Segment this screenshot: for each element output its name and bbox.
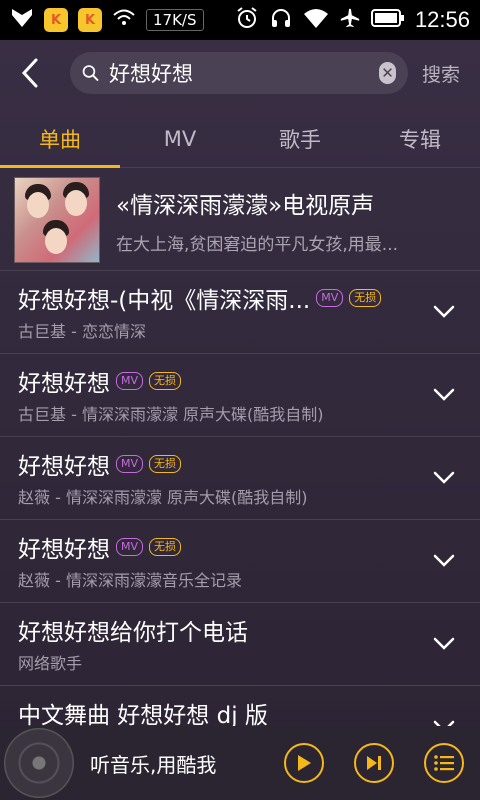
tab-album[interactable]: 专辑 xyxy=(360,110,480,167)
song-row[interactable]: 好想好想给你打个电话 网络歌手 xyxy=(0,602,480,685)
lossless-badge: 无损 xyxy=(149,538,182,556)
alarm-icon xyxy=(235,6,259,34)
lossless-badge: 无损 xyxy=(149,455,182,473)
song-row[interactable]: 好想好想-(中视《情深深雨... MV 无损 古巨基 - 恋恋情深 xyxy=(0,270,480,353)
playlist-button[interactable] xyxy=(424,743,464,783)
song-artist-album: 网络歌手 xyxy=(18,654,83,673)
song-title: 中文舞曲 好想好想 dj 版 xyxy=(18,703,268,729)
mv-badge[interactable]: MV xyxy=(116,538,144,556)
kuwo-app-icon: K xyxy=(78,8,102,32)
song-title: 好想好想给你打个电话 xyxy=(18,620,248,646)
kuwo-notification-icon: K xyxy=(44,8,68,32)
chevron-down-icon[interactable] xyxy=(432,382,456,406)
airplane-icon xyxy=(339,7,361,33)
chevron-left-icon xyxy=(21,58,38,88)
song-title: 好想好想-(中视《情深深雨... xyxy=(18,288,311,314)
lossless-badge: 无损 xyxy=(149,372,182,390)
album-disc-icon[interactable] xyxy=(4,728,74,798)
tab-mv[interactable]: MV xyxy=(120,110,240,167)
album-result[interactable]: «情深深雨濛濛»电视原声 在大上海,贫困窘迫的平凡女孩,用最... xyxy=(0,170,480,270)
song-row[interactable]: 好想好想 MV 无损 赵薇 - 情深深雨濛濛 原声大碟(酷我自制) xyxy=(0,436,480,519)
song-title: 好想好想 xyxy=(18,454,110,480)
next-button[interactable] xyxy=(354,743,394,783)
album-title: «情深深雨濛濛»电视原声 xyxy=(116,192,375,219)
network-speed: 17K/S xyxy=(146,9,204,31)
lossless-badge: 无损 xyxy=(349,289,382,307)
search-header: ✕ 搜索 xyxy=(0,40,480,106)
chevron-down-icon[interactable] xyxy=(432,465,456,489)
song-list: 好想好想-(中视《情深深雨... MV 无损 古巨基 - 恋恋情深 好想好想 MV 无损… xyxy=(0,270,480,768)
status-bar: K K 17K/S 12:56 xyxy=(0,0,480,40)
song-title: 好想好想 xyxy=(18,537,110,563)
song-artist-album: 古巨基 - 情深深雨濛濛 原声大碟(酷我自制) xyxy=(18,405,324,424)
tab-single[interactable]: 单曲 xyxy=(0,110,120,168)
battery-icon xyxy=(370,8,405,32)
song-row[interactable]: 好想好想 MV 无损 古巨基 - 情深深雨濛濛 原声大碟(酷我自制) xyxy=(0,353,480,436)
headphones-icon xyxy=(269,6,293,34)
now-playing-text[interactable]: 听音乐,用酷我 xyxy=(90,749,284,778)
mv-badge[interactable]: MV xyxy=(316,289,344,307)
chevron-down-icon[interactable] xyxy=(432,299,456,323)
search-box[interactable]: ✕ xyxy=(70,52,408,94)
chevron-down-icon[interactable] xyxy=(432,631,456,655)
song-row[interactable]: 好想好想 MV 无损 赵薇 - 情深深雨濛濛音乐全记录 xyxy=(0,519,480,602)
close-icon: ✕ xyxy=(381,64,394,82)
song-artist-album: 赵薇 - 情深深雨濛濛音乐全记录 xyxy=(18,571,242,590)
search-input[interactable] xyxy=(107,60,379,86)
wifi-icon xyxy=(303,7,329,33)
search-icon xyxy=(82,65,99,81)
shield-icon xyxy=(10,7,34,34)
album-cover-image xyxy=(14,177,100,263)
song-artist-album: 古巨基 - 恋恋情深 xyxy=(18,322,146,341)
clear-search-button[interactable]: ✕ xyxy=(379,62,396,84)
skip-next-icon xyxy=(367,756,381,770)
mv-badge[interactable]: MV xyxy=(116,372,144,390)
mv-badge[interactable]: MV xyxy=(116,455,144,473)
song-artist-album: 赵薇 - 情深深雨濛濛 原声大碟(酷我自制) xyxy=(18,488,308,507)
wifi-hotspot-icon xyxy=(112,8,136,33)
song-title: 好想好想 xyxy=(18,371,110,397)
chevron-down-icon[interactable] xyxy=(432,548,456,572)
playlist-icon xyxy=(434,755,454,771)
album-description: 在大上海,贫困窘迫的平凡女孩,用最... xyxy=(116,234,399,255)
back-button[interactable] xyxy=(10,53,50,93)
play-button[interactable] xyxy=(284,743,324,783)
mini-player: 听音乐,用酷我 xyxy=(0,726,480,800)
search-button[interactable]: 搜索 xyxy=(422,60,460,87)
clock: 12:56 xyxy=(414,7,470,32)
tab-singer[interactable]: 歌手 xyxy=(240,110,360,167)
play-icon xyxy=(298,755,311,771)
result-tabs: 单曲 MV 歌手 专辑 xyxy=(0,110,480,168)
